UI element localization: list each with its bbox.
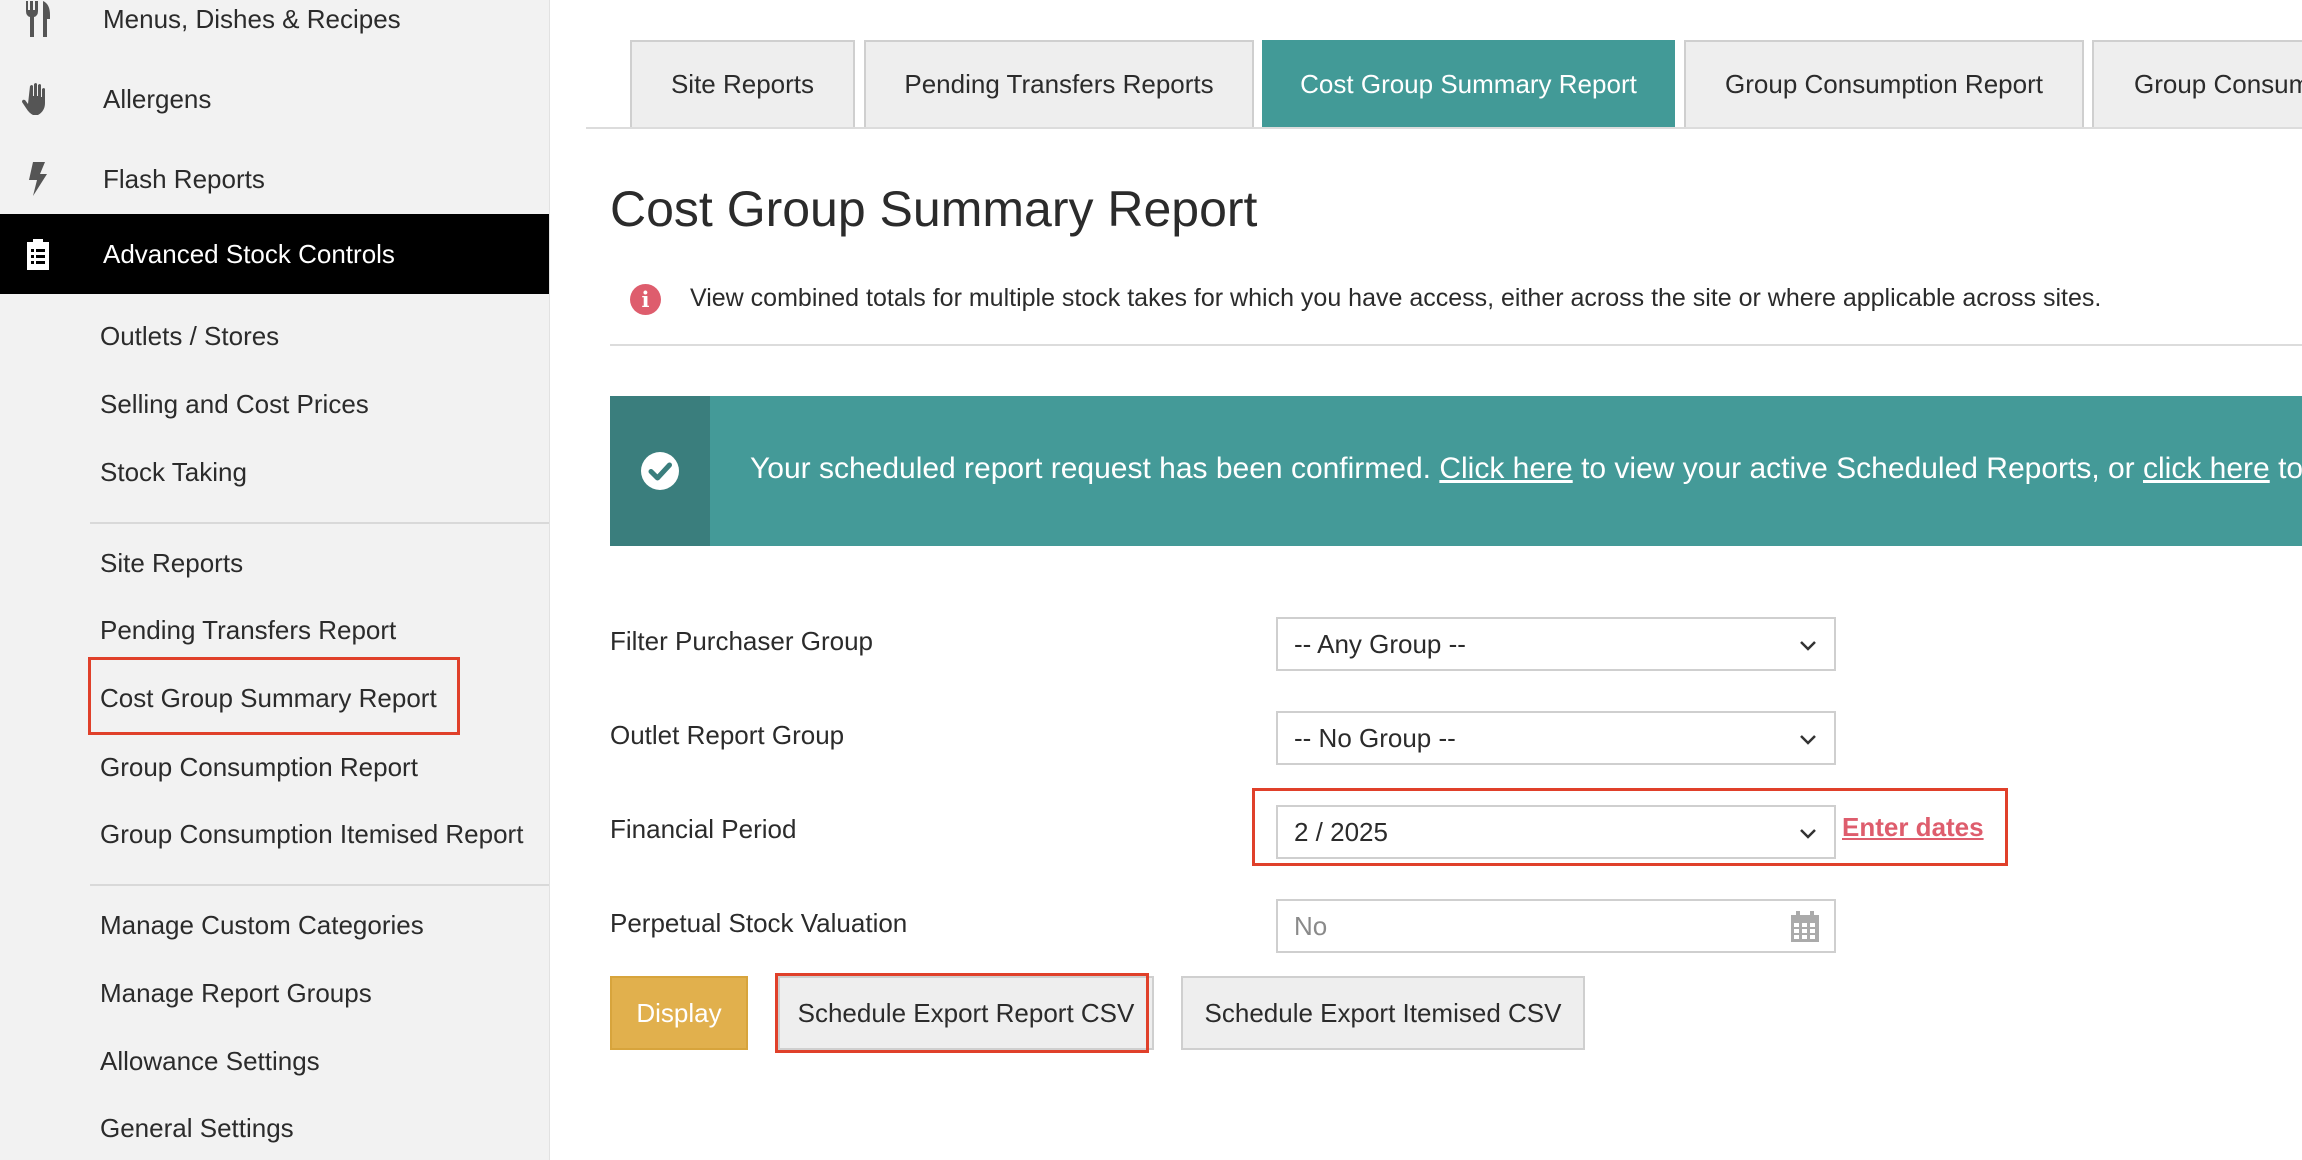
tab-site-reports[interactable]: Site Reports bbox=[630, 40, 855, 127]
outlet-group-label: Outlet Report Group bbox=[610, 720, 845, 750]
sidebar-item-general-settings[interactable]: General Settings bbox=[100, 1110, 294, 1146]
sidebar-item-outlets-stores[interactable]: Outlets / Stores bbox=[100, 318, 279, 354]
second-click-here-link[interactable]: click here bbox=[2143, 452, 2270, 485]
perpetual-valuation-input[interactable]: No bbox=[1276, 899, 1836, 953]
check-circle-icon bbox=[641, 452, 679, 490]
alert-text-after: to bbox=[2278, 452, 2302, 485]
hand-icon bbox=[20, 79, 56, 119]
alert-message: Your scheduled report request has been c… bbox=[750, 452, 2302, 486]
page-title: Cost Group Summary Report bbox=[610, 181, 1258, 237]
sidebar-item-label: Allergens bbox=[103, 83, 212, 114]
financial-period-label: Financial Period bbox=[610, 814, 797, 844]
sidebar-divider bbox=[90, 522, 549, 524]
sidebar-item-allowance-settings[interactable]: Allowance Settings bbox=[100, 1043, 320, 1079]
outlet-group-select[interactable]: -- No Group -- bbox=[1276, 711, 1836, 765]
chevron-down-icon bbox=[1800, 641, 1816, 651]
sidebar-item-flash-reports[interactable]: Flash Reports bbox=[0, 139, 549, 219]
perpetual-valuation-value: No bbox=[1294, 910, 1328, 941]
outlet-group-value: -- No Group -- bbox=[1294, 722, 1456, 753]
confirmation-alert: Your scheduled report request has been c… bbox=[610, 396, 2302, 546]
lightning-icon bbox=[20, 159, 56, 199]
sidebar-item-advanced-stock-controls[interactable]: Advanced Stock Controls bbox=[0, 214, 549, 294]
clipboard-icon bbox=[20, 234, 56, 274]
sidebar-item-group-consumption-report[interactable]: Group Consumption Report bbox=[100, 749, 418, 785]
sidebar-item-group-consumption-itemised-report[interactable]: Group Consumption Itemised Report bbox=[100, 816, 523, 852]
highlight-box bbox=[88, 657, 460, 735]
content-divider bbox=[610, 344, 2302, 346]
calendar-icon[interactable] bbox=[1790, 911, 1820, 943]
sidebar-item-selling-cost-prices[interactable]: Selling and Cost Prices bbox=[100, 386, 369, 422]
highlight-box bbox=[1252, 788, 2008, 866]
info-icon: i bbox=[630, 284, 661, 315]
perpetual-valuation-label: Perpetual Stock Valuation bbox=[610, 908, 908, 938]
sidebar-item-label: Menus, Dishes & Recipes bbox=[103, 3, 401, 34]
sidebar-item-manage-report-groups[interactable]: Manage Report Groups bbox=[100, 975, 372, 1011]
sidebar-item-allergens[interactable]: Allergens bbox=[0, 59, 549, 139]
sidebar-item-label: Advanced Stock Controls bbox=[103, 238, 395, 269]
active-scheduled-reports-link[interactable]: Click here bbox=[1439, 452, 1572, 485]
fork-knife-icon bbox=[20, 0, 56, 39]
sidebar: Menus, Dishes & Recipes Allergens Flash … bbox=[0, 0, 550, 1160]
sidebar-item-stock-taking[interactable]: Stock Taking bbox=[100, 454, 247, 490]
purchaser-group-value: -- Any Group -- bbox=[1294, 628, 1466, 659]
sidebar-item-menus-dishes-recipes[interactable]: Menus, Dishes & Recipes bbox=[0, 0, 549, 59]
schedule-export-itemised-csv-button[interactable]: Schedule Export Itemised CSV bbox=[1181, 976, 1585, 1050]
alert-text-middle: to view your active Scheduled Reports, o… bbox=[1581, 452, 2135, 485]
alert-text-before: Your scheduled report request has been c… bbox=[750, 452, 1431, 485]
sidebar-item-label: Flash Reports bbox=[103, 163, 265, 194]
sidebar-item-manage-custom-categories[interactable]: Manage Custom Categories bbox=[100, 907, 424, 943]
chevron-down-icon bbox=[1800, 735, 1816, 745]
sidebar-divider bbox=[90, 884, 549, 886]
tab-group-consumption-report[interactable]: Group Consumption Report bbox=[1684, 40, 2084, 127]
tab-group-consumption-itemised[interactable]: Group Consum bbox=[2092, 40, 2302, 127]
info-description: View combined totals for multiple stock … bbox=[690, 284, 2102, 312]
purchaser-group-label: Filter Purchaser Group bbox=[610, 626, 873, 656]
alert-icon-panel bbox=[610, 396, 710, 546]
tabs-baseline bbox=[586, 127, 2302, 129]
tab-cost-group-summary-report[interactable]: Cost Group Summary Report bbox=[1262, 40, 1675, 127]
sidebar-item-pending-transfers-report[interactable]: Pending Transfers Report bbox=[100, 612, 396, 648]
tab-pending-transfers-reports[interactable]: Pending Transfers Reports bbox=[864, 40, 1254, 127]
highlight-box bbox=[775, 973, 1149, 1053]
sidebar-item-site-reports[interactable]: Site Reports bbox=[100, 545, 243, 581]
display-button[interactable]: Display bbox=[610, 976, 748, 1050]
purchaser-group-select[interactable]: -- Any Group -- bbox=[1276, 617, 1836, 671]
